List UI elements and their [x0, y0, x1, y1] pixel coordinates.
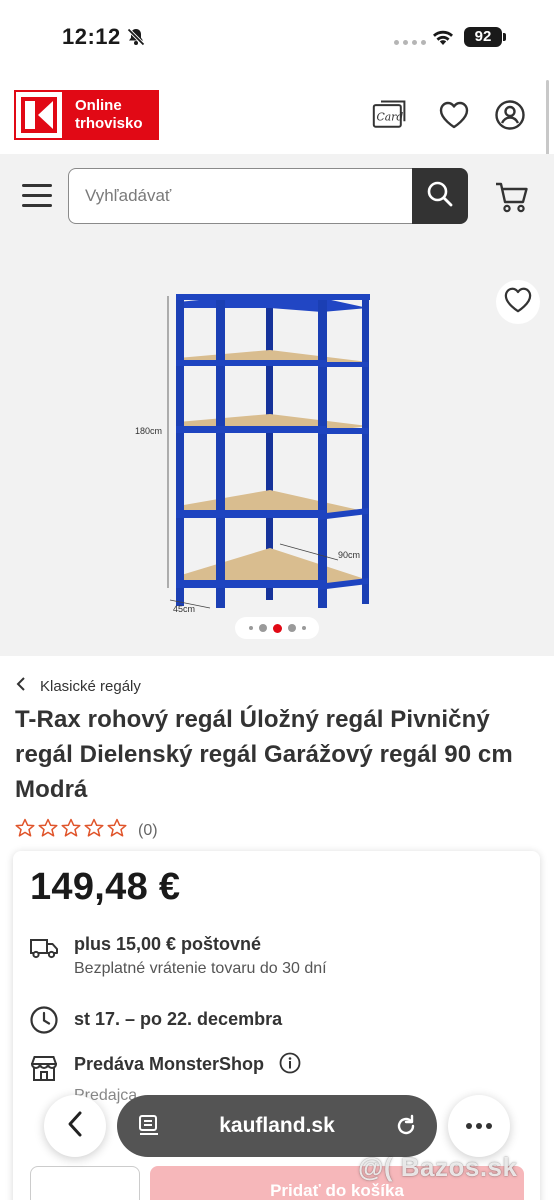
battery-indicator: 92 — [464, 27, 506, 47]
shipping-cost: plus 15,00 € poštovné — [74, 934, 262, 954]
product-title: T-Rax rohový regál Úložný regál Pivničný… — [15, 706, 513, 803]
slide-dot[interactable] — [248, 626, 253, 630]
rating-count: (0) — [138, 821, 158, 839]
product-rating[interactable]: (0) — [15, 818, 158, 843]
dimension-depth-label: 45cm — [173, 604, 195, 614]
shopping-cart-icon[interactable] — [494, 180, 530, 214]
bell-muted-icon — [126, 27, 146, 52]
status-time: 12:12 — [62, 24, 121, 49]
dimension-height-label: 180cm — [135, 426, 162, 436]
svg-text:Card: Card — [377, 110, 404, 123]
heart-icon — [503, 286, 533, 319]
search-input[interactable] — [68, 168, 414, 224]
search-button[interactable] — [412, 168, 468, 224]
delivery-date-info: st 17. – po 22. decembra — [28, 1004, 282, 1036]
more-dot-icon — [466, 1123, 472, 1129]
star-empty-icon — [84, 818, 104, 843]
search-icon — [426, 180, 454, 213]
signal-dots-icon — [394, 40, 426, 45]
browser-url-host: kaufland.sk — [219, 1114, 335, 1137]
product-gallery[interactable]: 180cm 90cm 45cm — [0, 240, 554, 656]
kaufland-logo-mark — [16, 92, 62, 138]
hamburger-menu-icon[interactable] — [22, 184, 54, 210]
reload-icon[interactable] — [393, 1113, 419, 1144]
slide-dot[interactable] — [301, 626, 306, 630]
product-price: 149,48 € — [30, 866, 181, 908]
site-header: Online trhovisko Card — [0, 74, 554, 154]
status-bar: 12:12 92 — [0, 0, 554, 74]
shipping-info: plus 15,00 € poštovné Bezplatné vrátenie… — [28, 932, 327, 982]
star-empty-icon — [61, 818, 81, 843]
free-returns-text: Bezplatné vrátenie tovaru do 30 dní — [74, 960, 327, 977]
chevron-left-icon — [16, 677, 26, 695]
gallery-pagination-dots[interactable] — [235, 617, 319, 639]
delivery-date: st 17. – po 22. decembra — [74, 1009, 283, 1029]
logo-text: Online trhovisko — [75, 97, 143, 132]
more-dot-icon — [476, 1123, 482, 1129]
slide-dot[interactable] — [287, 624, 296, 632]
wifi-icon — [430, 27, 456, 52]
bazos-watermark: @( Bazos.sk — [358, 1152, 518, 1182]
kaufland-logo[interactable]: Online trhovisko — [14, 90, 159, 140]
product-image-corner-shelf: 180cm 90cm 45cm — [135, 294, 370, 614]
more-dot-icon — [486, 1123, 492, 1129]
slide-dot-active[interactable] — [272, 623, 282, 633]
clock-icon — [28, 1004, 60, 1036]
loyalty-card-icon[interactable]: Card — [372, 98, 408, 132]
account-user-icon[interactable] — [492, 98, 528, 132]
breadcrumb[interactable]: Klasické regály — [16, 677, 141, 695]
add-to-wishlist-button[interactable] — [496, 280, 540, 324]
search-bar-row — [0, 154, 554, 240]
quantity-stepper[interactable] — [30, 1166, 140, 1200]
browser-address-bar[interactable]: kaufland.sk — [117, 1095, 437, 1157]
browser-back-button[interactable] — [44, 1095, 106, 1157]
info-icon[interactable] — [279, 1052, 301, 1083]
star-empty-icon — [107, 818, 127, 843]
store-icon — [28, 1052, 60, 1084]
star-empty-icon — [15, 818, 35, 843]
star-empty-icon — [38, 818, 58, 843]
slide-dot[interactable] — [258, 624, 267, 632]
delivery-truck-icon — [28, 932, 60, 964]
browser-more-button[interactable] — [448, 1095, 510, 1157]
dimension-width-label: 90cm — [338, 550, 360, 560]
breadcrumb-category-link[interactable]: Klasické regály — [40, 678, 141, 695]
seller-name[interactable]: Predáva MonsterShop — [74, 1052, 264, 1076]
chevron-left-icon — [66, 1110, 84, 1143]
wishlist-heart-icon[interactable] — [436, 98, 472, 132]
